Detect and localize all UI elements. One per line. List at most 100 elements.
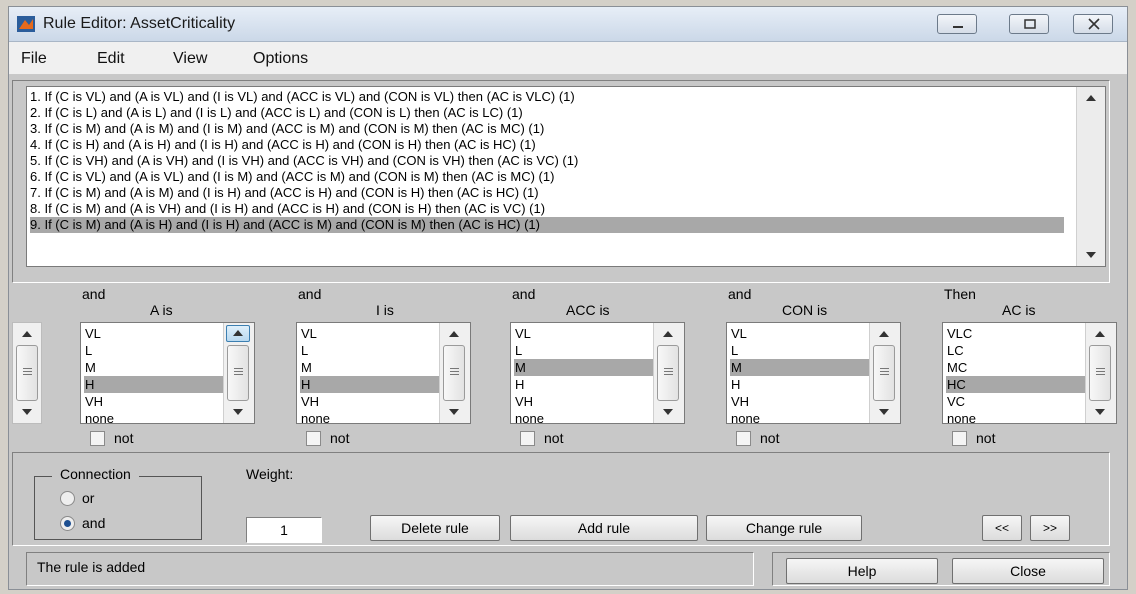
or-radio[interactable] <box>60 491 75 506</box>
not-checkbox[interactable] <box>520 431 535 446</box>
list-option[interactable]: VH <box>84 393 224 410</box>
list-option[interactable]: VL <box>514 325 654 342</box>
scroll-up-arrow-icon[interactable] <box>1095 331 1105 337</box>
scroll-up-arrow-icon[interactable] <box>449 331 459 337</box>
rule-item[interactable]: 3. If (C is M) and (A is M) and (I is M)… <box>30 121 1064 137</box>
scroll-up-arrow-icon[interactable] <box>879 331 889 337</box>
scroll-down-arrow-icon[interactable] <box>449 409 459 415</box>
title-bar: Rule Editor: AssetCriticality <box>9 7 1127 42</box>
not-checkbox[interactable] <box>306 431 321 446</box>
list-option[interactable]: VL <box>730 325 870 342</box>
scroll-thumb[interactable] <box>657 345 679 401</box>
list-option[interactable]: none <box>84 410 224 423</box>
list-option[interactable]: none <box>300 410 440 423</box>
scroll-thumb[interactable] <box>873 345 895 401</box>
rule-item[interactable]: 2. If (C is L) and (A is L) and (I is L)… <box>30 105 1064 121</box>
scroll-up-arrow-icon[interactable] <box>22 331 32 337</box>
scroll-thumb[interactable] <box>443 345 465 401</box>
list-option[interactable]: M <box>300 359 440 376</box>
list-option[interactable]: L <box>514 342 654 359</box>
minimize-button[interactable] <box>937 14 977 34</box>
list-option[interactable]: L <box>84 342 224 359</box>
output-listbox[interactable]: VLC LC MC HC VC none <box>942 322 1117 424</box>
close-window-button[interactable] <box>1073 14 1113 34</box>
conjunction-label: and <box>298 286 322 302</box>
list-option[interactable]: VL <box>300 325 440 342</box>
not-label: not <box>114 430 134 446</box>
list-option[interactable]: M <box>84 359 224 376</box>
list-option[interactable]: none <box>514 410 654 423</box>
scroll-down-arrow-icon[interactable] <box>663 409 673 415</box>
add-rule-button[interactable]: Add rule <box>510 515 698 541</box>
weight-input[interactable]: 1 <box>246 517 322 543</box>
list-option[interactable]: L <box>300 342 440 359</box>
rule-item[interactable]: 4. If (C is H) and (A is H) and (I is H)… <box>30 137 1064 153</box>
list-option[interactable]: VH <box>730 393 870 410</box>
previous-button[interactable]: << <box>982 515 1022 541</box>
variable-listbox[interactable]: VL L M H VH none <box>726 322 901 424</box>
menu-file[interactable]: File <box>21 50 47 68</box>
rule-item[interactable]: 1. If (C is VL) and (A is VL) and (I is … <box>30 89 1064 105</box>
variable-listbox[interactable]: VL L M H VH none <box>510 322 685 424</box>
help-button[interactable]: Help <box>786 558 938 584</box>
scroll-up-arrow-icon[interactable] <box>1086 95 1096 101</box>
list-option-selected[interactable]: M <box>514 359 654 376</box>
listbox-scrollbar[interactable] <box>869 323 900 423</box>
list-option-selected[interactable]: HC <box>946 376 1086 393</box>
list-option[interactable]: H <box>514 376 654 393</box>
list-option[interactable]: H <box>730 376 870 393</box>
scroll-down-arrow-icon[interactable] <box>233 409 243 415</box>
menu-edit[interactable]: Edit <box>97 50 125 68</box>
scroll-up-arrow-icon[interactable] <box>663 331 673 337</box>
list-option[interactable]: LC <box>946 342 1086 359</box>
list-option[interactable]: VH <box>514 393 654 410</box>
list-option-selected[interactable]: H <box>84 376 224 393</box>
rule-item[interactable]: 8. If (C is M) and (A is VH) and (I is H… <box>30 201 1064 217</box>
listbox-scrollbar[interactable] <box>223 323 254 423</box>
list-option[interactable]: VH <box>300 393 440 410</box>
menu-view[interactable]: View <box>173 50 207 68</box>
menu-options[interactable]: Options <box>253 50 308 68</box>
list-option[interactable]: none <box>946 410 1086 423</box>
list-option[interactable]: none <box>730 410 870 423</box>
scroll-thumb[interactable] <box>16 345 38 401</box>
scroll-down-arrow-icon[interactable] <box>22 409 32 415</box>
variable-label: ACC is <box>566 302 610 318</box>
rules-scrollbar[interactable] <box>1076 87 1105 266</box>
rule-item[interactable]: 5. If (C is VH) and (A is VH) and (I is … <box>30 153 1064 169</box>
list-option[interactable]: VC <box>946 393 1086 410</box>
rule-item[interactable]: 6. If (C is VL) and (A is VL) and (I is … <box>30 169 1064 185</box>
rule-item[interactable]: 7. If (C is M) and (A is M) and (I is H)… <box>30 185 1064 201</box>
not-checkbox[interactable] <box>736 431 751 446</box>
close-button[interactable]: Close <box>952 558 1104 584</box>
variable-panel-scrollbar[interactable] <box>12 322 42 424</box>
scroll-thumb[interactable] <box>227 345 249 401</box>
scroll-up-button[interactable] <box>226 325 250 342</box>
list-option-selected[interactable]: M <box>730 359 870 376</box>
list-option[interactable]: VLC <box>946 325 1086 342</box>
next-button[interactable]: >> <box>1030 515 1070 541</box>
not-label: not <box>544 430 564 446</box>
rule-item-selected[interactable]: 9. If (C is M) and (A is H) and (I is H)… <box>30 217 1064 233</box>
change-rule-button[interactable]: Change rule <box>706 515 862 541</box>
menu-bar: File Edit View Options <box>9 42 1127 75</box>
maximize-button[interactable] <box>1009 14 1049 34</box>
scroll-down-arrow-icon[interactable] <box>879 409 889 415</box>
list-option[interactable]: L <box>730 342 870 359</box>
delete-rule-button[interactable]: Delete rule <box>370 515 500 541</box>
list-option[interactable]: VL <box>84 325 224 342</box>
not-checkbox[interactable] <box>90 431 105 446</box>
scroll-down-arrow-icon[interactable] <box>1095 409 1105 415</box>
list-option[interactable]: MC <box>946 359 1086 376</box>
scroll-thumb[interactable] <box>1089 345 1111 401</box>
variable-listbox[interactable]: VL L M H VH none <box>80 322 255 424</box>
listbox-scrollbar[interactable] <box>439 323 470 423</box>
listbox-scrollbar[interactable] <box>1085 323 1116 423</box>
list-option-selected[interactable]: H <box>300 376 440 393</box>
scroll-down-arrow-icon[interactable] <box>1086 252 1096 258</box>
and-radio[interactable] <box>60 516 75 531</box>
not-checkbox[interactable] <box>952 431 967 446</box>
variable-listbox[interactable]: VL L M H VH none <box>296 322 471 424</box>
rules-list[interactable]: 1. If (C is VL) and (A is VL) and (I is … <box>26 86 1106 267</box>
listbox-scrollbar[interactable] <box>653 323 684 423</box>
